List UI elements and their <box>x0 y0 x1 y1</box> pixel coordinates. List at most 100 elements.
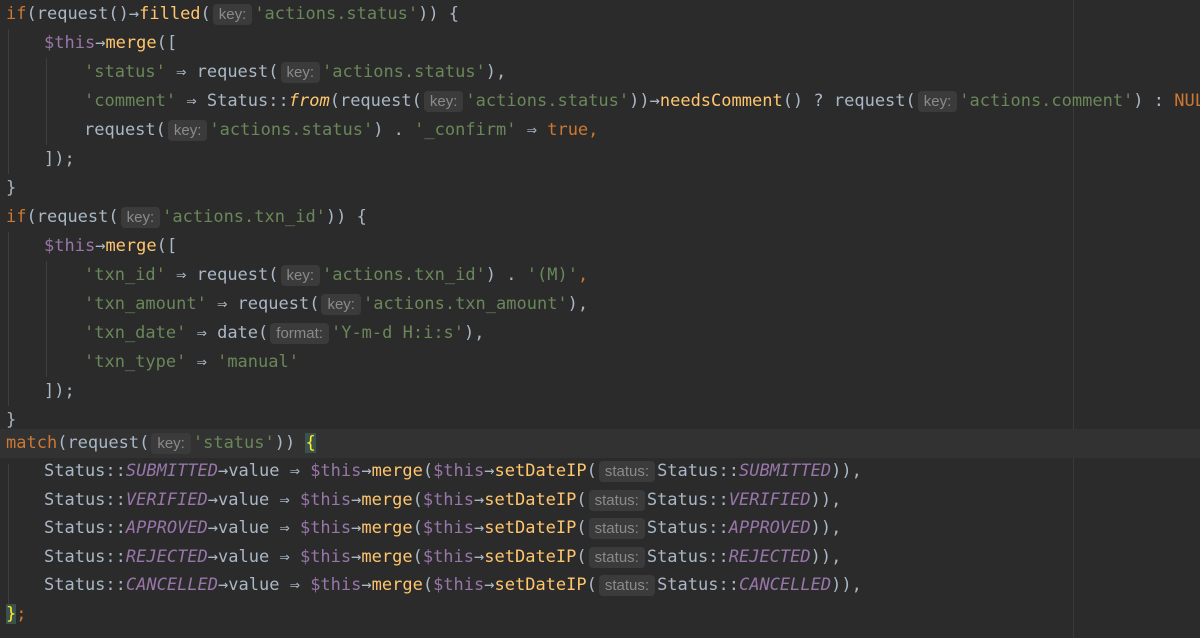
param-hint: status: <box>588 547 645 568</box>
keyword-if: if <box>6 207 27 227</box>
code-line-9: $this→merge([ <box>0 232 1200 261</box>
double-arrow: ⇒ <box>279 461 311 481</box>
class-name: Status <box>44 518 106 538</box>
enum-case: REJECTED <box>125 547 208 567</box>
property-value: value <box>218 518 270 538</box>
arrow: → <box>484 575 495 595</box>
arrow: → <box>351 547 362 567</box>
fn-call: request <box>36 207 109 227</box>
param-hint: status: <box>588 518 645 539</box>
double-arrow: ⇒ <box>186 323 218 343</box>
method-merge: merge <box>361 547 413 567</box>
arrow: → <box>474 547 485 567</box>
punct: ( <box>576 547 587 567</box>
punct: ( <box>26 4 37 24</box>
var-this: $this <box>310 461 362 481</box>
punct: ( <box>155 120 166 140</box>
string-literal: 'actions.txn_id' <box>162 207 326 227</box>
punct: ( <box>268 62 279 82</box>
keyword-null: NULL <box>1174 91 1200 111</box>
enum-case: CANCELLED <box>738 575 832 595</box>
var-this: $this <box>422 547 475 567</box>
enum-case: VERIFIED <box>125 490 208 510</box>
scope-sep: :: <box>718 575 739 595</box>
param-hint: status: <box>598 575 656 596</box>
double-arrow: ⇒ <box>165 265 197 285</box>
code-line-11: 'txn_amount' ⇒ request(key:'actions.txn_… <box>0 290 1200 319</box>
double-arrow: ⇒ <box>186 352 218 372</box>
punct: ( <box>576 518 587 538</box>
var-this: $this <box>422 490 475 510</box>
method-merge: merge <box>105 236 157 256</box>
param-hint: key: <box>212 4 253 25</box>
concat: ) . <box>373 120 415 140</box>
var-this: $this <box>299 518 352 538</box>
method-set-date-ip: setDateIP <box>494 575 587 595</box>
class-name: Status <box>44 461 106 481</box>
closing-brace: } <box>6 178 17 198</box>
class-name: Status <box>44 575 106 595</box>
enum-case: SUBMITTED <box>125 461 219 481</box>
enum-case: VERIFIED <box>728 490 811 510</box>
closing-bracket: ]); <box>44 381 75 401</box>
method-filled: filled <box>139 4 201 24</box>
punct: ( <box>139 433 150 453</box>
string-literal: 'Y-m-d H:i:s' <box>330 323 465 343</box>
punct: ( <box>586 575 597 595</box>
array-key: 'status' <box>84 62 166 82</box>
punct: ), <box>485 62 507 82</box>
var-this: $this <box>299 547 352 567</box>
enum-case: APPROVED <box>728 518 811 538</box>
arrow: → <box>218 575 229 595</box>
class-name: Status <box>646 547 709 567</box>
double-arrow: ⇒ <box>279 575 311 595</box>
fn-call: request <box>36 4 109 24</box>
method-merge: merge <box>371 461 423 481</box>
code-line-12: 'txn_date' ⇒ date(format: 'Y-m-d H:i:s'), <box>0 319 1200 348</box>
scope-sep: :: <box>708 518 729 538</box>
scope-sep: :: <box>105 490 126 510</box>
class-name: Status <box>206 91 269 111</box>
scope-sep: :: <box>105 518 126 538</box>
property-value: value <box>218 547 270 567</box>
var-this: $this <box>44 236 96 256</box>
param-hint: key: <box>120 207 161 228</box>
arrow: → <box>95 33 106 53</box>
match-arm: Status::VERIFIED→value ⇒ $this→merge($th… <box>0 486 1200 515</box>
property-value: value <box>218 490 270 510</box>
punct: ( <box>268 265 279 285</box>
fn-call: request <box>196 265 269 285</box>
punct: )), <box>831 575 862 595</box>
string-literal: '_confirm' <box>414 120 517 140</box>
punct: )), <box>810 490 842 510</box>
string-literal: 'manual' <box>217 352 299 372</box>
param-hint: key: <box>423 91 464 112</box>
code-line-1: if(request()→filled(key:'actions.status'… <box>0 0 1200 29</box>
method-set-date-ip: setDateIP <box>484 518 577 538</box>
arrow: → <box>207 490 219 510</box>
punct: )), <box>831 461 862 481</box>
punct: ( <box>586 461 597 481</box>
param-hint: status: <box>598 461 656 482</box>
scope-sep: :: <box>268 91 289 111</box>
class-name: Status <box>646 518 709 538</box>
string-literal: 'actions.txn_amount' <box>362 294 568 314</box>
code-line-4: 'comment' ⇒ Status::from(request(key:'ac… <box>0 87 1200 116</box>
scope-sep: :: <box>105 461 126 481</box>
class-name: Status <box>646 490 709 510</box>
code-line-10: 'txn_id' ⇒ request(key:'actions.txn_id')… <box>0 261 1200 290</box>
code-editor[interactable]: if(request()→filled(key:'actions.status'… <box>0 0 1200 638</box>
punct: ( <box>57 433 68 453</box>
double-arrow: ⇒ <box>269 518 300 538</box>
property-value: value <box>228 461 280 481</box>
match-arm: Status::REJECTED→value ⇒ $this→merge($th… <box>0 543 1200 572</box>
keyword-if: if <box>6 4 27 24</box>
punct: ([ <box>156 236 178 256</box>
class-name: Status <box>44 490 106 510</box>
var-this: $this <box>433 575 485 595</box>
scope-sep: :: <box>718 461 739 481</box>
array-key: 'txn_amount' <box>84 294 207 314</box>
array-key: 'txn_date' <box>84 323 187 343</box>
scope-sep: :: <box>105 547 126 567</box>
class-name: Status <box>657 575 719 595</box>
